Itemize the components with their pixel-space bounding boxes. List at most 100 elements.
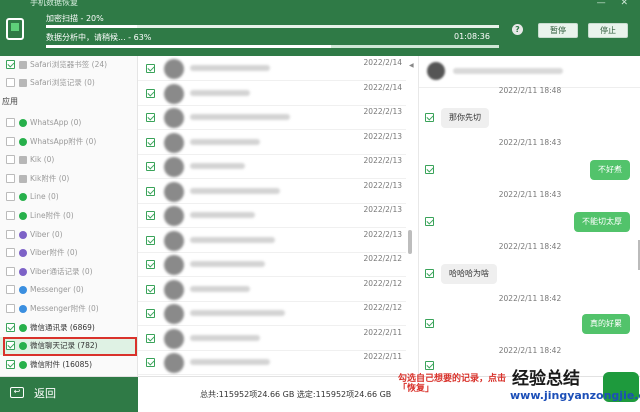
collapse-arrow-icon[interactable]: ◀ — [409, 62, 414, 69]
viber-icon — [19, 249, 27, 258]
sidebar-item-label: WhatsApp (0) — [30, 118, 82, 127]
list-item-date: 2022/2/14 — [363, 82, 402, 92]
sidebar-item[interactable]: Viber附件 (0) — [0, 244, 138, 262]
checkbox[interactable] — [6, 285, 15, 295]
list-item[interactable]: 2022/2/12 — [138, 277, 406, 302]
list-item-date: 2022/2/13 — [363, 107, 402, 116]
sidebar-item[interactable]: WhatsApp (0) — [0, 114, 138, 132]
checkbox[interactable] — [6, 359, 15, 369]
contact-name-blurred — [453, 68, 563, 74]
list-item-date: 2022/2/13 — [363, 131, 402, 141]
checkbox[interactable] — [146, 162, 155, 171]
message-checkbox[interactable] — [425, 269, 434, 278]
message-timestamp: 2022/2/11 18:43 — [498, 190, 562, 199]
sidebar-item[interactable]: Kik (0) — [0, 151, 138, 169]
checkbox[interactable] — [6, 248, 15, 258]
list-item[interactable]: 2022/2/13 — [138, 154, 406, 179]
avatar — [164, 181, 184, 202]
list-item[interactable]: 2022/2/13 — [138, 130, 406, 155]
kik-icon — [19, 174, 27, 183]
sidebar-item[interactable]: 微信通讯录 (6869) — [0, 319, 138, 337]
bookmark-icon — [19, 61, 27, 69]
avatar — [164, 353, 184, 373]
sidebar-item[interactable]: Line附件 (0) — [0, 207, 138, 225]
checkbox[interactable] — [6, 173, 15, 183]
list-item[interactable]: 2022/2/11 — [138, 350, 406, 375]
line-icon — [19, 212, 27, 220]
sidebar-item[interactable]: WhatsApp附件 (0) — [0, 133, 138, 151]
avatar — [164, 255, 184, 275]
sidebar-item[interactable]: Safari浏览记录 (0) — [0, 74, 138, 92]
checkbox[interactable] — [146, 113, 155, 122]
sidebar-item[interactable]: Viber (0) — [0, 226, 138, 244]
list-item[interactable]: 2022/2/13 — [138, 179, 406, 204]
message-checkbox[interactable] — [425, 113, 434, 122]
list-item[interactable]: 2022/2/13 — [138, 228, 406, 253]
checkbox[interactable] — [6, 304, 15, 313]
kik-icon — [19, 156, 27, 165]
window-controls[interactable]: — ✕ — [597, 0, 634, 8]
checkbox[interactable] — [6, 60, 15, 69]
blurred-preview — [190, 114, 290, 120]
list-item[interactable]: 2022/2/14 — [138, 56, 406, 81]
blurred-preview — [190, 334, 260, 341]
checkbox[interactable] — [6, 211, 15, 220]
sidebar-item-label: Line附件 (0) — [30, 211, 74, 220]
checkbox[interactable] — [146, 333, 155, 343]
checkbox[interactable] — [6, 322, 15, 332]
checkbox[interactable] — [146, 260, 155, 269]
checkbox[interactable] — [6, 155, 15, 165]
sidebar-item-label: WhatsApp附件 (0) — [30, 136, 97, 146]
message-checkbox[interactable] — [425, 217, 434, 226]
message-checkbox[interactable] — [425, 361, 434, 370]
list-item-date: 2022/2/13 — [363, 205, 402, 214]
stop-button[interactable]: 停止 — [588, 23, 628, 38]
sidebar-item[interactable]: Kik附件 (0) — [0, 170, 138, 188]
checkbox[interactable] — [6, 192, 15, 202]
sidebar-item[interactable]: Safari浏览器书签 (24) — [0, 56, 138, 74]
back-button[interactable]: ↩ 返回 — [0, 377, 138, 412]
list-item[interactable]: 2022/2/14 — [138, 81, 406, 106]
message-checkbox[interactable] — [425, 319, 434, 328]
help-icon[interactable]: ? — [512, 24, 523, 35]
checkbox[interactable] — [146, 137, 155, 147]
checkbox[interactable] — [146, 64, 155, 73]
checkbox[interactable] — [146, 309, 155, 318]
list-item-date: 2022/2/13 — [363, 229, 402, 239]
analysis-progress-bar — [46, 45, 499, 48]
scan-progress-label: 加密扫描 - 20% — [46, 14, 104, 23]
checkbox[interactable] — [6, 229, 15, 239]
whatsapp-icon — [19, 119, 27, 127]
avatar — [164, 304, 184, 324]
list-item-date: 2022/2/14 — [363, 58, 402, 67]
sidebar-item[interactable]: Line (0) — [0, 188, 138, 206]
checkbox[interactable] — [6, 78, 15, 87]
sidebar-item[interactable]: Messenger (0) — [0, 281, 138, 299]
message-checkbox[interactable] — [425, 165, 434, 174]
messenger-icon — [19, 286, 27, 295]
blurred-preview — [190, 89, 250, 96]
checkbox[interactable] — [6, 136, 15, 146]
checkbox[interactable] — [6, 266, 15, 276]
list-item[interactable]: 2022/2/13 — [138, 203, 406, 228]
list-item-date: 2022/2/11 — [363, 327, 402, 337]
checkbox[interactable] — [146, 88, 155, 98]
pause-button[interactable]: 暂停 — [538, 23, 578, 38]
checkbox[interactable] — [146, 211, 155, 220]
list-item[interactable]: 2022/2/12 — [138, 301, 406, 326]
list-item[interactable]: 2022/2/11 — [138, 326, 406, 351]
sidebar-item[interactable]: Messenger附件 (0) — [0, 300, 138, 318]
checkbox[interactable] — [146, 284, 155, 294]
list-scrollbar[interactable] — [408, 230, 412, 254]
checkbox[interactable] — [146, 358, 155, 367]
checkbox[interactable] — [146, 235, 155, 245]
list-item[interactable]: 2022/2/12 — [138, 252, 406, 277]
selection-status: 总共:115952项24.66 GB 选定:115952项24.66 GB — [200, 390, 392, 399]
list-item[interactable]: 2022/2/13 — [138, 105, 406, 130]
annotation-note: 勾选自己想要的记录，点击「恢复」 — [398, 374, 507, 394]
checkbox[interactable] — [6, 118, 15, 127]
sidebar-item[interactable]: Viber通话记录 (0) — [0, 263, 138, 281]
sidebar-item[interactable]: 微信附件 (16085) — [0, 356, 138, 374]
checkbox[interactable] — [146, 186, 155, 196]
analysis-progress-fill — [46, 45, 332, 48]
